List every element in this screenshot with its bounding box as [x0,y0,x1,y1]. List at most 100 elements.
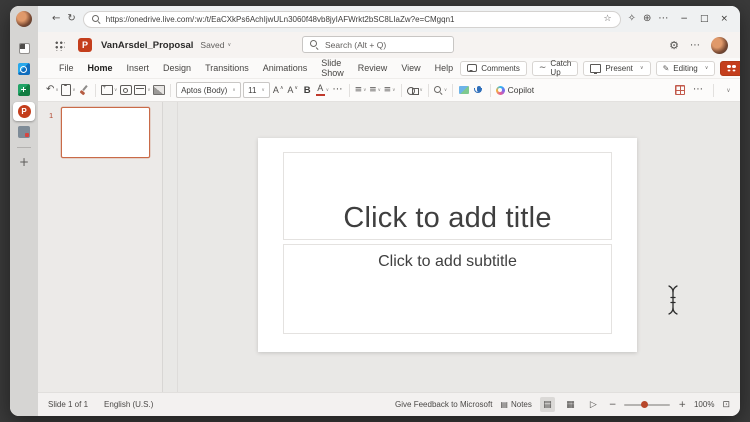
title-placeholder[interactable]: Click to add title [283,152,612,240]
account-avatar[interactable] [711,36,728,54]
title-placeholder-text: Click to add title [343,202,552,234]
menu-tab-help[interactable]: Help [428,63,461,73]
shrink-font-button[interactable]: A ∨ [287,82,299,98]
present-button[interactable]: Present ∨ [583,60,651,76]
menu-tab-view[interactable]: View [394,63,427,73]
menu-tab-insert[interactable]: Insert [120,63,157,73]
menu-tab-file[interactable]: File [52,63,81,73]
fit-to-window-button[interactable]: ⊡ [722,400,730,410]
outlook-icon [18,63,30,75]
toolbar-divider [348,83,350,97]
feedback-link[interactable]: Give Feedback to Microsoft [395,400,492,409]
sidebar-item-office-app[interactable] [13,122,35,142]
view-slide-sorter-button[interactable]: ▦ [563,397,578,412]
search-input[interactable]: Search (Alt + Q) [302,36,454,53]
editing-mode-button[interactable]: ✎ Editing ∨ [655,60,716,76]
sidebar-item-excel[interactable] [13,80,35,100]
slide-thumbnail-selected[interactable] [61,107,150,158]
dictate-button[interactable] [473,82,485,98]
comments-button[interactable]: Comments [460,60,527,76]
app-header: P VanArsdel_Proposal Saved ∨ Search (Alt… [38,32,740,58]
sidebar-item-outlook[interactable] [13,59,35,79]
menu-tab-animations[interactable]: Animations [256,63,315,73]
designer-button[interactable] [458,82,470,98]
plus-icon: + [18,155,30,169]
search-placeholder: Search (Alt + Q) [325,39,387,50]
view-slideshow-button[interactable]: ▷ [586,397,601,412]
picture-button[interactable] [153,82,166,98]
language-selector[interactable]: English (U.S.) [104,400,153,409]
maximize-button[interactable]: □ [700,14,709,24]
bullets-button[interactable]: ≡ ∨ [355,82,367,98]
slide-count[interactable]: Slide 1 of 1 [48,400,88,409]
menu-tab-home[interactable]: Home [81,63,120,73]
catch-up-button[interactable]: ∼ Catch Up [531,59,579,77]
grow-font-button[interactable]: A ∧ [272,82,284,98]
browser-essentials-icon[interactable]: ⊕ [643,14,651,24]
numbering-button[interactable]: ≡ ∨ [369,82,381,98]
designer-picture-icon [459,86,470,94]
toolbar-divider [400,83,402,97]
undo-button[interactable]: ↶ ∨ [46,82,59,98]
favorite-star-icon[interactable]: ☆ [604,14,612,24]
sidebar-item-apps[interactable] [13,38,35,58]
new-slide-button[interactable]: ∨ [100,82,118,98]
align-button[interactable]: ≡ ∨ [384,82,396,98]
notes-toggle[interactable]: ▤ Notes [500,400,531,409]
view-normal-button[interactable]: ▤ [539,397,555,412]
chevron-down-icon: ∨ [363,87,367,93]
reset-button[interactable] [119,82,132,98]
paste-button[interactable]: ∨ [61,82,75,98]
menu-tab-transitions[interactable]: Transitions [198,63,256,73]
chevron-down-icon: ∨ [147,87,151,93]
browser-more-icon[interactable]: ⋯ [658,14,668,24]
close-button[interactable]: × [720,14,728,24]
designer-pane-button[interactable] [674,82,686,98]
slide-editor[interactable]: Click to add title Click to add subtitle [258,138,637,352]
more-font-options-button[interactable]: ⋯ [332,82,344,98]
chevron-down-icon: ∨ [443,87,448,93]
chevron-down-icon: ∨ [113,87,118,93]
caret-down-icon: ∨ [294,84,299,91]
app-launcher-icon[interactable] [54,39,65,51]
subtitle-placeholder[interactable]: Click to add subtitle [283,244,612,334]
profile-avatar[interactable] [16,11,32,27]
menu-tab-slideshow[interactable]: Slide Show [314,58,351,78]
bold-button[interactable]: B [301,82,313,98]
format-painter-button[interactable] [78,82,90,98]
menu-tab-design[interactable]: Design [156,63,198,73]
ribbon-right-cluster: ⋯ ∨ [674,82,734,98]
shrink-font-icon: A [287,85,294,95]
collections-icon[interactable]: ✧ [628,14,636,24]
layout-button[interactable]: ∨ [134,82,151,98]
copilot-button[interactable]: Copilot [495,82,534,98]
header-more-icon[interactable]: ⋯ [690,40,700,51]
save-status[interactable]: Saved [200,40,224,50]
minimize-button[interactable]: − [680,14,688,24]
ribbon-overflow-button[interactable]: ⋯ [692,82,704,98]
font-name-value: Aptos (Body) [181,85,228,95]
font-size-select[interactable]: 11 ∨ [243,82,270,98]
zoom-slider[interactable] [624,401,671,408]
pane-divider[interactable] [177,102,178,392]
find-button[interactable]: ∨ [433,82,448,98]
zoom-slider-handle[interactable] [641,401,649,408]
back-button[interactable]: ← [52,14,60,24]
address-bar[interactable]: https://onedrive.live.com/:w:/t/EaCXkPs6… [82,10,621,28]
zoom-level[interactable]: 100% [694,400,714,409]
font-color-button[interactable]: A ∨ [315,82,329,98]
sidebar-item-powerpoint-active[interactable]: P [13,101,35,121]
share-button[interactable]: Share∨ [720,60,740,76]
font-name-select[interactable]: Aptos (Body) ∨ [176,82,241,98]
menu-tab-review[interactable]: Review [351,63,395,73]
shapes-button[interactable]: ∨ [406,82,423,98]
collapse-ribbon-button[interactable]: ∨ [722,82,734,98]
powerpoint-logo-icon[interactable]: P [78,38,92,52]
document-title[interactable]: VanArsdel_Proposal [101,40,193,51]
zoom-out-button[interactable]: − [609,400,617,410]
gear-icon[interactable]: ⚙ [669,39,679,52]
sidebar-add-app-button[interactable]: + [13,152,35,172]
refresh-button[interactable]: ↻ [67,14,75,24]
zoom-in-button[interactable]: + [678,400,686,410]
find-icon [433,85,443,95]
